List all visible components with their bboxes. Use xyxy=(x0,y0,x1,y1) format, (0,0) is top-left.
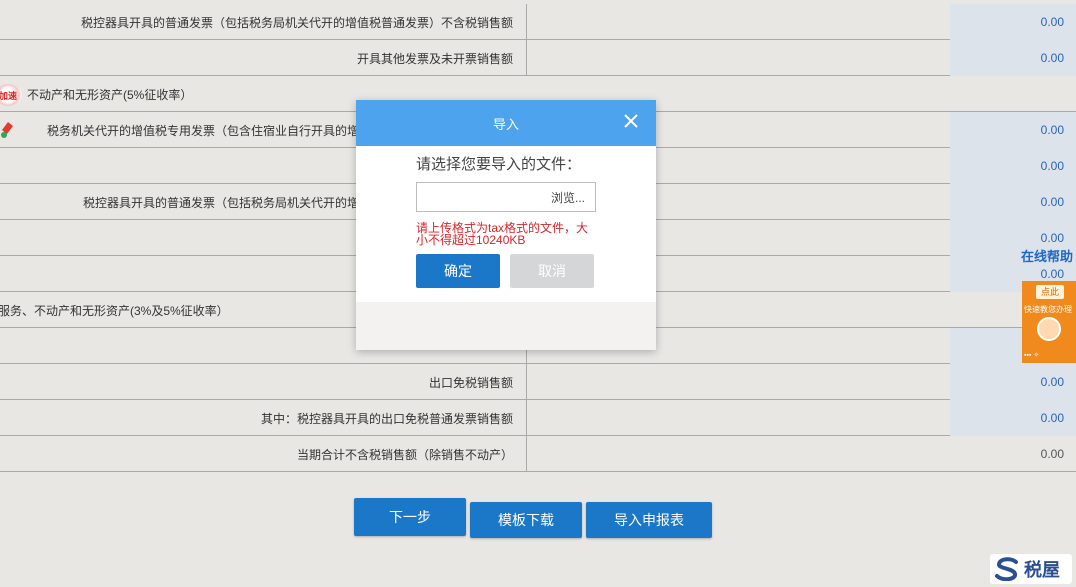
file-input[interactable]: 浏览... xyxy=(416,182,596,212)
help-subtitle: 快速教您办理 xyxy=(1024,305,1072,314)
template-download-button[interactable]: 模板下载 xyxy=(470,502,582,538)
row-label-cell: 当期合计不含税销售额（除销售不动产） xyxy=(0,436,527,472)
cancel-button[interactable]: 取消 xyxy=(510,254,594,288)
close-icon[interactable] xyxy=(620,110,642,132)
row-value-input[interactable]: 0.00 xyxy=(950,364,1076,400)
row-value-input[interactable]: 0.00 xyxy=(950,148,1076,184)
import-report-button[interactable]: 导入申报表 xyxy=(586,502,712,538)
row-label-cell: 开具其他发票及未开票销售额 xyxy=(0,40,527,76)
upload-warning: 请上传格式为tax格式的文件，大小不得超过10240KB xyxy=(416,221,589,247)
help-click-badge[interactable]: 点此 xyxy=(1036,285,1064,299)
import-dialog: 导入 请选择您要导入的文件： 浏览... 请上传格式为tax格式的文件，大小不得… xyxy=(356,100,656,350)
site-logo: 税屋 xyxy=(990,554,1072,584)
help-decoration-icon: ▪▪▪ ✧ xyxy=(1024,352,1040,359)
row-label-cell: 税控器具开具的普通发票（包括税务局机关代开的增值税普通发票）不含税销售额 xyxy=(0,4,527,40)
table-row: 其中：税控器具开具的出口免税普通发票销售额 0.00 xyxy=(0,400,1076,436)
dialog-prompt: 请选择您要导入的文件： xyxy=(416,156,582,173)
online-help-widget[interactable]: 点此 快速教您办理 ▪▪▪ ✧ xyxy=(1022,281,1076,363)
row-value-input[interactable]: 0.00 xyxy=(950,112,1076,148)
logo-text: 税屋 xyxy=(1024,560,1060,580)
row-value-input[interactable]: 0.00 xyxy=(950,4,1076,40)
row-middle-cell xyxy=(528,364,950,400)
row-value-input[interactable]: 0.00 xyxy=(950,184,1076,220)
next-step-button[interactable]: 下一步 xyxy=(354,498,466,536)
row-label: 税务机关代开的增值税专用发票（包含住宿业自行开具的增 xyxy=(47,123,360,138)
row-label: 开具其他发票及未开票销售额 xyxy=(356,51,513,66)
dialog-button-row: 确定 取消 xyxy=(416,254,596,290)
table-row: 税控器具开具的普通发票（包括税务局机关代开的增值税普通发票）不含税销售额 0.00 xyxy=(0,4,1076,40)
table-row: 出口免税销售额 0.00 xyxy=(0,364,1076,400)
dialog-title: 导入 xyxy=(492,116,519,132)
tag-icon xyxy=(1,122,13,138)
section-label: 服务、不动产和无形资产(3%及5%征收率） xyxy=(0,303,229,318)
speed-badge-icon: 加速 xyxy=(0,84,22,106)
row-label: 税控器具开具的普通发票（包括税务局机关代开的增值税普通发票）不含税销售额 xyxy=(80,15,513,30)
row-value-input[interactable]: 0.00 xyxy=(950,400,1076,436)
row-label: 其中：税控器具开具的出口免税普通发票销售额 xyxy=(260,411,513,426)
row-middle-cell xyxy=(528,40,950,76)
confirm-button[interactable]: 确定 xyxy=(416,254,500,288)
dialog-footer xyxy=(356,302,656,350)
row-label: 出口免税销售额 xyxy=(428,375,513,390)
dialog-header: 导入 xyxy=(356,100,656,146)
section-label: 不动产和无形资产(5%征收率） xyxy=(27,87,193,102)
browse-button[interactable]: 浏览... xyxy=(551,189,585,206)
dialog-body: 请选择您要导入的文件： 浏览... 请上传格式为tax格式的文件，大小不得超过1… xyxy=(356,146,656,290)
online-help-title[interactable]: 在线帮助 xyxy=(1021,246,1073,265)
row-middle-cell xyxy=(528,436,950,472)
row-label: 税控器具开具的普通发票（包括税务局机关代开的增 xyxy=(83,195,360,210)
help-avatar xyxy=(1037,317,1061,341)
table-row: 开具其他发票及未开票销售额 0.00 xyxy=(0,40,1076,76)
row-middle-cell xyxy=(528,4,950,40)
row-label-cell: 出口免税销售额 xyxy=(0,364,527,400)
row-label-cell: 其中：税控器具开具的出口免税普通发票销售额 xyxy=(0,400,527,436)
row-value-input: 0.00 xyxy=(1040,447,1064,461)
table-row: 当期合计不含税销售额（除销售不动产） 0.00 xyxy=(0,436,1076,472)
logo-s-icon xyxy=(995,557,1018,581)
row-label: 当期合计不含税销售额（除销售不动产） xyxy=(296,447,513,462)
row-value-input[interactable]: 0.00 xyxy=(950,40,1076,76)
row-middle-cell xyxy=(528,400,950,436)
